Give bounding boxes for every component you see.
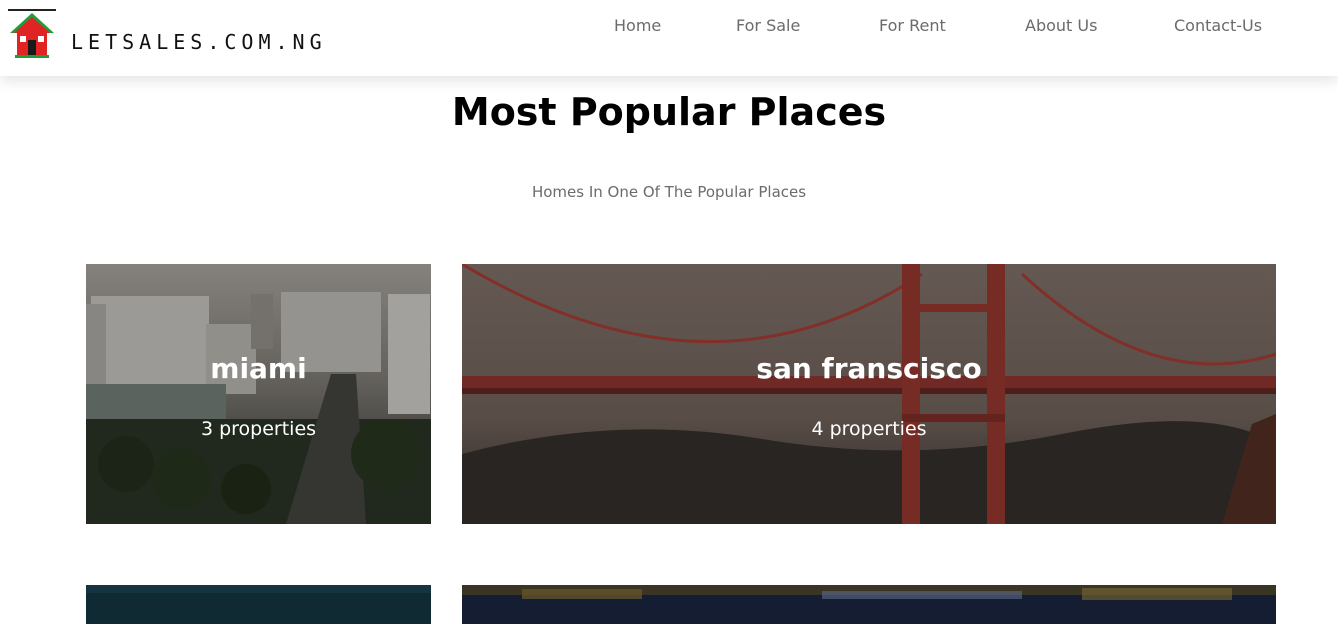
sf-place-name: san franscisco xyxy=(756,352,982,385)
miami-card-overlay xyxy=(86,264,431,524)
section-subtitle: Homes In One Of The Popular Places xyxy=(531,183,807,201)
sf-card-overlay xyxy=(462,264,1276,524)
miami-place-name: miami xyxy=(210,352,307,385)
section-title: Most Popular Places xyxy=(451,90,887,134)
place-card-bottom-left[interactable] xyxy=(86,585,431,624)
place-image-bottom-left xyxy=(86,585,431,624)
house-logo-icon[interactable] xyxy=(7,9,57,59)
miami-property-count: 3 properties xyxy=(200,418,317,440)
place-card-miami[interactable]: miami 3 properties xyxy=(86,264,431,524)
nav-about-us[interactable]: About Us xyxy=(1025,16,1097,35)
nav-for-rent[interactable]: For Rent xyxy=(879,16,946,35)
nav-contact-us[interactable]: Contact-Us xyxy=(1174,16,1262,35)
site-header: LETSALES.COM.NG Home For Sale For Rent A… xyxy=(0,0,1338,76)
nav-for-sale[interactable]: For Sale xyxy=(736,16,800,35)
site-logo-text[interactable]: LETSALES.COM.NG xyxy=(71,30,327,54)
place-card-san-francisco[interactable]: san franscisco 4 properties xyxy=(462,264,1276,524)
sf-property-count: 4 properties xyxy=(811,418,927,440)
place-card-bottom-right[interactable] xyxy=(462,585,1276,624)
nav-home[interactable]: Home xyxy=(614,16,661,35)
place-image-bottom-right xyxy=(462,585,1276,624)
